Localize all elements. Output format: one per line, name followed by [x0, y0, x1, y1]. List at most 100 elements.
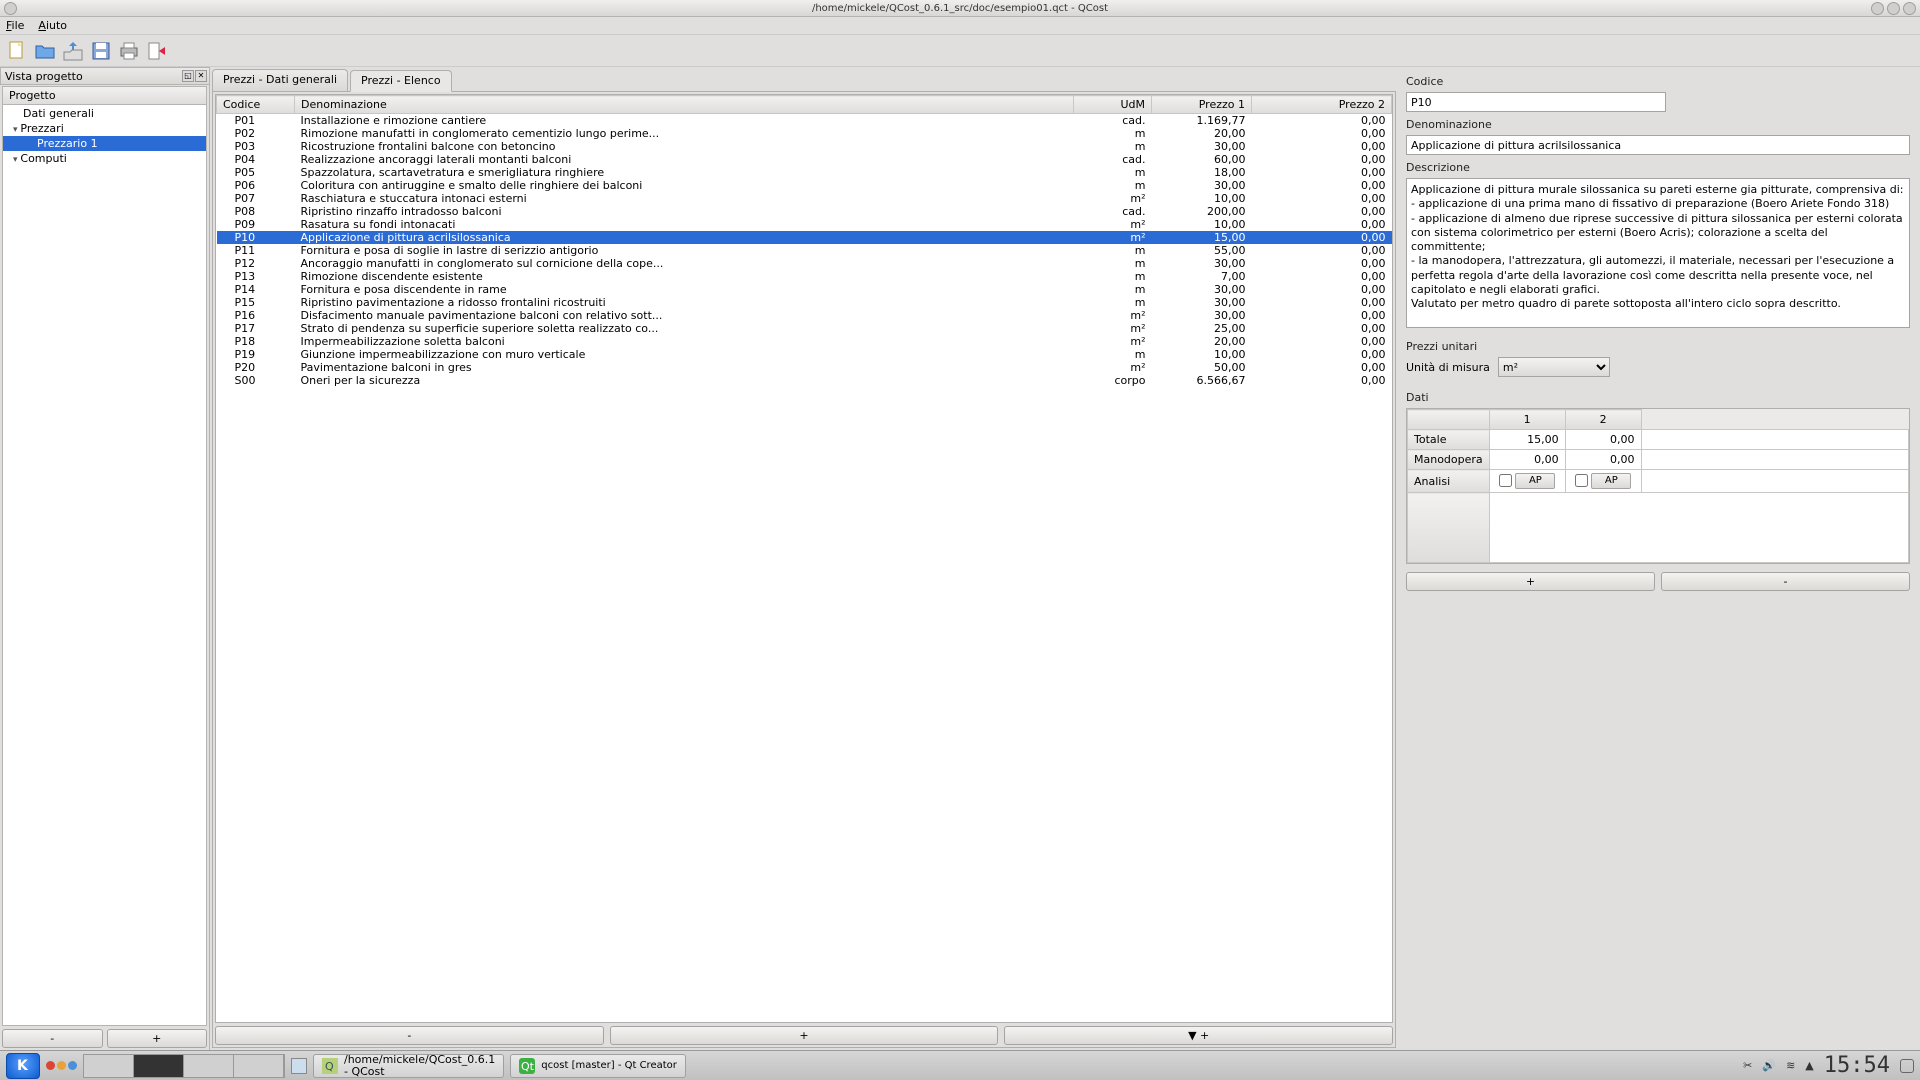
- tab-dati-generali[interactable]: Prezzi - Dati generali: [212, 69, 348, 91]
- input-denominazione[interactable]: [1406, 135, 1910, 155]
- task-entry-qcost[interactable]: Q /home/mickele/QCost_0.6.1- QCost: [313, 1054, 504, 1078]
- table-row[interactable]: P17Strato di pendenza su superficie supe…: [217, 322, 1392, 335]
- totale-2[interactable]: 0,00: [1565, 430, 1641, 450]
- clock[interactable]: 15:54: [1824, 1053, 1890, 1078]
- price-table[interactable]: Codice Denominazione UdM Prezzo 1 Prezzo…: [215, 94, 1393, 1023]
- tree-add-button[interactable]: +: [107, 1029, 208, 1048]
- menu-file[interactable]: File: [6, 19, 24, 32]
- table-row[interactable]: P09Rasatura su fondi intonacatim²10,000,…: [217, 218, 1392, 231]
- tree-item-dati[interactable]: Dati generali: [3, 106, 206, 121]
- analisi-check-2[interactable]: [1575, 474, 1588, 487]
- center-pane: Prezzi - Dati generali Prezzi - Elenco C…: [210, 67, 1400, 1050]
- table-row[interactable]: S00Oneri per la sicurezzacorpo6.566,670,…: [217, 374, 1392, 387]
- col-denom[interactable]: Denominazione: [295, 96, 1074, 114]
- col-prezzo2[interactable]: Prezzo 2: [1252, 96, 1392, 114]
- svg-text:Qt: Qt: [521, 1060, 535, 1073]
- table-row[interactable]: P08Ripristino rinzaffo intradosso balcon…: [217, 205, 1392, 218]
- dock-float-icon[interactable]: ◱: [182, 70, 194, 82]
- kde-menu-icon[interactable]: [6, 1053, 40, 1079]
- window-menu-icon[interactable]: [4, 2, 17, 15]
- mano-2[interactable]: 0,00: [1565, 450, 1641, 470]
- table-row[interactable]: P01Installazione e rimozione cantierecad…: [217, 114, 1392, 128]
- table-row[interactable]: P18Impermeabilizzazione soletta balconim…: [217, 335, 1392, 348]
- totale-1[interactable]: 15,00: [1489, 430, 1565, 450]
- tray-volume-icon[interactable]: 🔊: [1762, 1059, 1776, 1072]
- dock-title: Vista progetto ◱ ✕: [0, 67, 209, 85]
- row-add-child-button[interactable]: ▼ +: [1004, 1026, 1393, 1045]
- svg-text:Q: Q: [325, 1060, 334, 1073]
- project-dock: Vista progetto ◱ ✕ Progetto Dati general…: [0, 67, 210, 1050]
- tree-item-prezzari[interactable]: Prezzari: [3, 121, 206, 136]
- combo-udm[interactable]: m²: [1498, 357, 1610, 377]
- activity-indicator[interactable]: [46, 1061, 77, 1070]
- table-row[interactable]: P07Raschiatura e stuccatura intonaci est…: [217, 192, 1392, 205]
- open-folder-icon[interactable]: [34, 40, 56, 62]
- analisi-ap-2[interactable]: AP: [1591, 473, 1631, 489]
- mano-1[interactable]: 0,00: [1489, 450, 1565, 470]
- save-icon[interactable]: [90, 40, 112, 62]
- new-file-icon[interactable]: [6, 40, 28, 62]
- menubar: File Aiuto: [0, 17, 1920, 35]
- window-title: /home/mickele/QCost_0.6.1_src/doc/esempi…: [812, 3, 1108, 14]
- col-prezzo1[interactable]: Prezzo 1: [1152, 96, 1252, 114]
- table-row[interactable]: P20Pavimentazione balconi in gresm²50,00…: [217, 361, 1392, 374]
- close-button[interactable]: [1903, 2, 1916, 15]
- exit-icon[interactable]: [146, 40, 168, 62]
- tab-elenco[interactable]: Prezzi - Elenco: [350, 70, 452, 92]
- tray-network-icon[interactable]: ≋: [1786, 1059, 1795, 1072]
- dati-table[interactable]: 12 Totale15,000,00 Manodopera0,000,00 An…: [1406, 408, 1910, 564]
- desktop-pager[interactable]: [83, 1054, 285, 1078]
- dati-remove-button[interactable]: -: [1661, 572, 1910, 591]
- tray-notifications-icon[interactable]: [1900, 1059, 1914, 1073]
- app-icon-qcost: Q: [322, 1058, 338, 1074]
- col-udm[interactable]: UdM: [1074, 96, 1152, 114]
- table-row[interactable]: P16Disfacimento manuale pavimentazione b…: [217, 309, 1392, 322]
- table-row[interactable]: P15Ripristino pavimentazione a ridosso f…: [217, 296, 1392, 309]
- tray-clipboard-icon[interactable]: ✂: [1743, 1059, 1752, 1072]
- dati-row-manodopera: Manodopera: [1408, 450, 1490, 470]
- dock-close-icon[interactable]: ✕: [195, 70, 207, 82]
- tabs: Prezzi - Dati generali Prezzi - Elenco: [212, 69, 1396, 91]
- table-row[interactable]: P13Rimozione discendente esistentem7,000…: [217, 270, 1392, 283]
- dati-add-button[interactable]: +: [1406, 572, 1655, 591]
- table-row[interactable]: P19Giunzione impermeabilizzazione con mu…: [217, 348, 1392, 361]
- menu-aiuto[interactable]: Aiuto: [38, 19, 67, 32]
- dati-row-totale: Totale: [1408, 430, 1490, 450]
- show-desktop-icon[interactable]: [291, 1058, 307, 1074]
- tree-item-prezzario1[interactable]: Prezzario 1: [3, 136, 206, 151]
- col-codice[interactable]: Codice: [217, 96, 295, 114]
- table-row[interactable]: P14Fornitura e posa discendente in ramem…: [217, 283, 1392, 296]
- task2-label: qcost [master] - Qt Creator: [541, 1061, 677, 1071]
- table-row[interactable]: P03Ricostruzione frontalini balcone con …: [217, 140, 1392, 153]
- table-row[interactable]: P12Ancoraggio manufatti in conglomerato …: [217, 257, 1392, 270]
- system-taskbar: Q /home/mickele/QCost_0.6.1- QCost Qt qc…: [0, 1050, 1920, 1080]
- tree-item-computi[interactable]: Computi: [3, 151, 206, 166]
- tray-updates-icon[interactable]: ▲: [1805, 1059, 1813, 1072]
- dati-col-1: 1: [1489, 410, 1565, 430]
- table-row[interactable]: P06Coloritura con antiruggine e smalto d…: [217, 179, 1392, 192]
- tree-remove-button[interactable]: -: [2, 1029, 103, 1048]
- project-tree[interactable]: Progetto Dati generali Prezzari Prezzari…: [2, 86, 207, 1026]
- row-remove-button[interactable]: -: [215, 1026, 604, 1045]
- input-codice[interactable]: [1406, 92, 1666, 112]
- task-entry-qtcreator[interactable]: Qt qcost [master] - Qt Creator: [510, 1054, 686, 1078]
- table-row[interactable]: P05Spazzolatura, scartavetratura e smeri…: [217, 166, 1392, 179]
- minimize-button[interactable]: [1871, 2, 1884, 15]
- dock-title-label: Vista progetto: [5, 70, 83, 83]
- toolbar: [0, 35, 1920, 67]
- row-add-button[interactable]: +: [610, 1026, 999, 1045]
- textarea-descrizione[interactable]: [1406, 178, 1910, 328]
- table-row[interactable]: P10Applicazione di pittura acrilsilossan…: [217, 231, 1392, 244]
- analisi-check-1[interactable]: [1499, 474, 1512, 487]
- maximize-button[interactable]: [1887, 2, 1900, 15]
- detail-panel: Codice Denominazione Descrizione Prezzi …: [1400, 67, 1920, 1050]
- analisi-ap-1[interactable]: AP: [1515, 473, 1555, 489]
- print-icon[interactable]: [118, 40, 140, 62]
- table-row[interactable]: P11Fornitura e posa di soglie in lastre …: [217, 244, 1392, 257]
- table-row[interactable]: P04Realizzazione ancoraggi laterali mont…: [217, 153, 1392, 166]
- label-descrizione: Descrizione: [1406, 161, 1910, 174]
- table-row[interactable]: P02Rimozione manufatti in conglomerato c…: [217, 127, 1392, 140]
- window-titlebar: /home/mickele/QCost_0.6.1_src/doc/esempi…: [0, 0, 1920, 17]
- export-up-icon[interactable]: [62, 40, 84, 62]
- label-prezzi-unitari: Prezzi unitari: [1406, 340, 1910, 353]
